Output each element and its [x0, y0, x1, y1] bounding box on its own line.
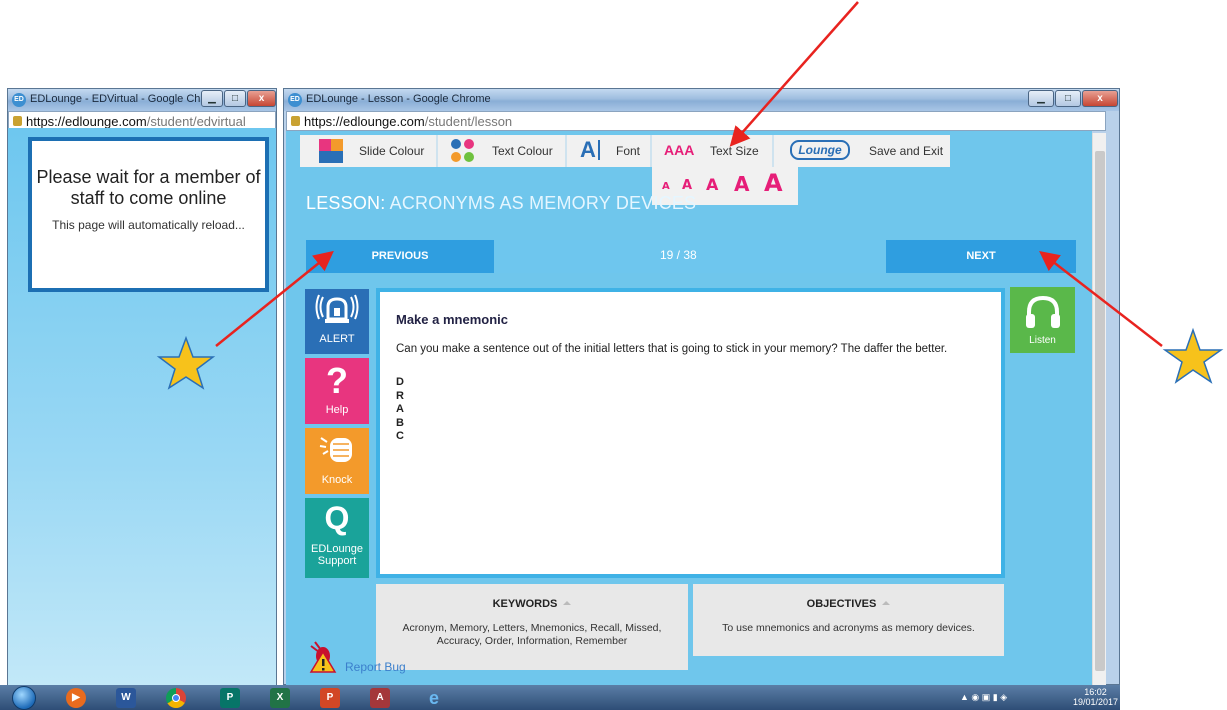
taskbar-clock[interactable]: 16:02 19/01/2017	[1073, 687, 1118, 707]
annotation-star-right	[1162, 327, 1224, 384]
annotation-star-left	[156, 335, 216, 390]
clock-time: 16:02	[1084, 687, 1107, 697]
annotation-arrow-previous	[215, 250, 334, 347]
word-icon[interactable]: W	[116, 688, 136, 708]
publisher-icon[interactable]: P	[220, 688, 240, 708]
access-icon[interactable]: A	[370, 688, 390, 708]
annotation-overlay	[156, 1, 1224, 390]
powerpoint-icon[interactable]: P	[320, 688, 340, 708]
windows-taskbar: ▶ W P X P A e ▲ ◉ ▣ ▮ ◈	[0, 685, 1120, 710]
internet-explorer-icon[interactable]: e	[424, 688, 444, 708]
chrome-icon[interactable]	[166, 688, 186, 708]
clock-date: 19/01/2017	[1073, 697, 1119, 707]
media-player-icon[interactable]: ▶	[66, 688, 86, 708]
annotation-arrow-text-size	[729, 1, 859, 147]
excel-icon[interactable]: X	[270, 688, 290, 708]
start-button[interactable]	[12, 686, 36, 710]
notification-area-icons[interactable]: ▲ ◉ ▣ ▮ ◈	[960, 692, 1040, 704]
annotation-arrow-next	[1039, 250, 1163, 347]
